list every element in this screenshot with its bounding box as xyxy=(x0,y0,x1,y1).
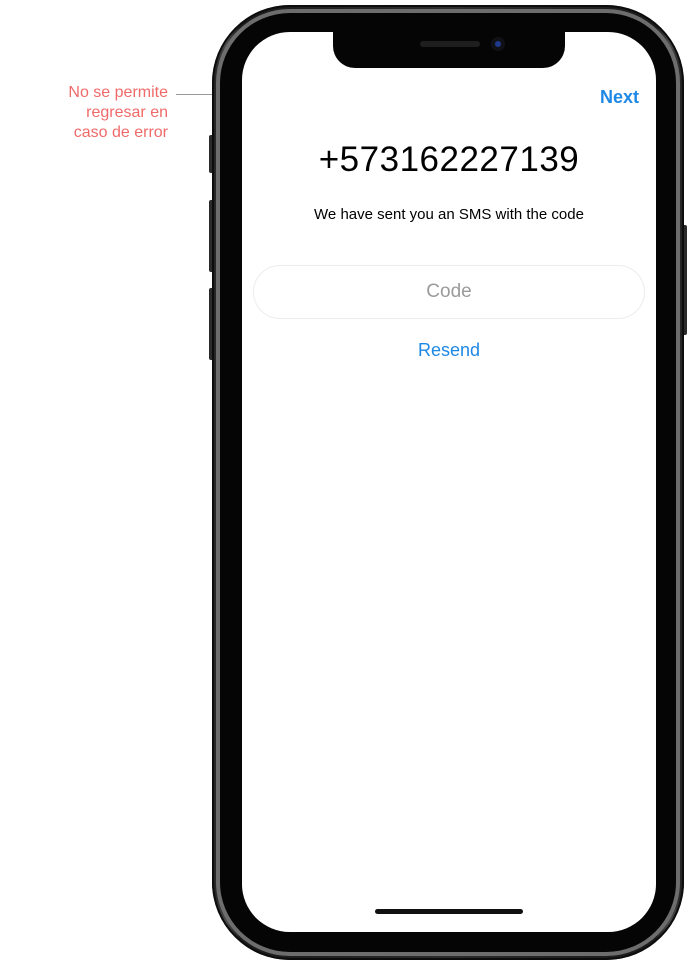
annotation-line-2: regresar en xyxy=(86,104,168,121)
annotation-note: No se permite regresar en caso de error xyxy=(30,83,168,143)
resend-button[interactable]: Resend xyxy=(242,340,656,361)
phone-number: +573162227139 xyxy=(318,140,580,179)
annotation-line-3: caso de error xyxy=(73,124,168,141)
home-indicator[interactable] xyxy=(375,909,523,914)
phone-screen: Next +573162227139 We have sent you an S… xyxy=(242,32,656,932)
code-input[interactable] xyxy=(253,265,645,319)
notch xyxy=(333,32,565,68)
next-button[interactable]: Next xyxy=(600,87,639,108)
annotation-line-1: No se permite xyxy=(68,84,168,101)
sms-sent-message: We have sent you an SMS with the code xyxy=(314,206,584,223)
front-camera-icon xyxy=(491,37,505,51)
speaker-grille xyxy=(420,41,480,47)
